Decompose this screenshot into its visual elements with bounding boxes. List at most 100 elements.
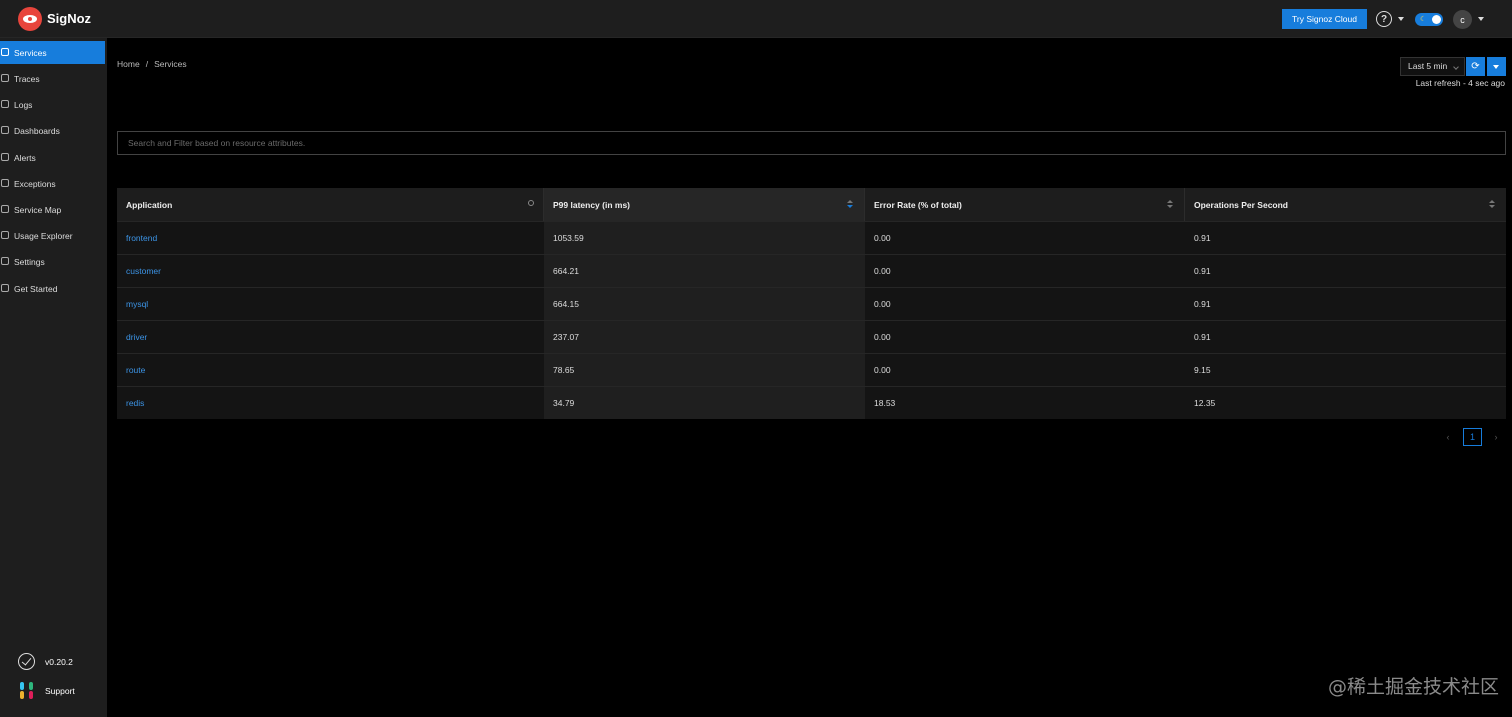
try-signoz-cloud-button[interactable]: Try Signoz Cloud: [1282, 9, 1367, 29]
avatar[interactable]: c: [1453, 10, 1472, 29]
sort-icon[interactable]: [1489, 200, 1495, 209]
logo-pupil: [27, 16, 33, 22]
sidebar-item-services[interactable]: Services: [0, 41, 105, 64]
support-label: Support: [45, 685, 75, 696]
version-item[interactable]: v0.20.2: [18, 653, 73, 670]
ops-cell: 0.91: [1194, 233, 1211, 243]
column-header-label: Error Rate (% of total): [874, 199, 962, 210]
support-item[interactable]: Support: [18, 682, 75, 699]
chevron-down-icon: [1453, 64, 1459, 70]
column-header-label: P99 latency (in ms): [553, 199, 631, 210]
breadcrumb-home[interactable]: Home: [117, 59, 140, 69]
sidebar-item-alerts[interactable]: Alerts: [0, 146, 105, 169]
application-link[interactable]: driver: [126, 332, 147, 342]
dashboard-icon: [1, 126, 9, 134]
error-rate-cell: 0.00: [874, 266, 891, 276]
sort-icon[interactable]: [847, 200, 853, 209]
column-header-label: Operations Per Second: [1194, 199, 1288, 210]
error-rate-cell: 0.00: [874, 332, 891, 342]
toggle-knob: [1432, 15, 1441, 24]
column-header-operations-per-second[interactable]: Operations Per Second: [1185, 188, 1506, 221]
application-cell: redis: [117, 387, 544, 419]
sidebar-item-label: Exceptions: [14, 178, 56, 189]
caret-down-icon: [1493, 65, 1499, 69]
sidebar-item-label: Logs: [14, 99, 33, 110]
table-row: route 78.65 0.00 9.15: [117, 353, 1506, 386]
search-icon[interactable]: [528, 200, 534, 206]
last-refresh-text: Last refresh - 4 sec ago: [1415, 78, 1505, 88]
sidebar-item-exceptions[interactable]: Exceptions: [0, 172, 105, 195]
sidebar-item-get-started[interactable]: Get Started: [0, 277, 105, 300]
sidebar-item-label: Usage Explorer: [14, 230, 73, 241]
sidebar-item-label: Traces: [14, 73, 40, 84]
rocket-icon: [1, 284, 9, 292]
sidebar-item-service-map[interactable]: Service Map: [0, 198, 105, 221]
time-range-select[interactable]: Last 5 min: [1400, 57, 1465, 76]
pagination-next-icon[interactable]: ›: [1489, 428, 1503, 446]
p99-cell: 34.79: [544, 387, 865, 419]
application-cell: customer: [117, 255, 544, 287]
ops-cell: 12.35: [1194, 398, 1216, 408]
application-cell: driver: [117, 321, 544, 353]
application-cell: mysql: [117, 288, 544, 320]
table-row: redis 34.79 18.53 12.35: [117, 386, 1506, 419]
pagination-page-1[interactable]: 1: [1463, 428, 1482, 446]
application-cell: route: [117, 354, 544, 386]
account-caret-icon[interactable]: [1478, 17, 1484, 21]
sort-icon[interactable]: [1167, 200, 1173, 209]
breadcrumb-current: Services: [154, 59, 187, 69]
table-header: Application P99 latency (in ms) Error Ra…: [117, 188, 1506, 221]
gear-icon: [1, 257, 9, 265]
deployment-icon: [1, 205, 9, 213]
sidebar-item-usage-explorer[interactable]: Usage Explorer: [0, 224, 105, 247]
p99-cell: 664.15: [544, 288, 865, 320]
bell-icon: [1, 153, 9, 161]
column-header-p99-latency[interactable]: P99 latency (in ms): [544, 188, 865, 221]
application-link[interactable]: frontend: [126, 233, 157, 243]
sidebar-item-logs[interactable]: Logs: [0, 93, 105, 116]
refresh-icon: ⟳: [1471, 61, 1480, 72]
sidebar-item-dashboards[interactable]: Dashboards: [0, 119, 105, 142]
sidebar-item-settings[interactable]: Settings: [0, 250, 105, 273]
table-row: frontend 1053.59 0.00 0.91: [117, 221, 1506, 254]
table-row: mysql 664.15 0.00 0.91: [117, 287, 1506, 320]
application-link[interactable]: mysql: [126, 299, 148, 309]
error-rate-cell: 0.00: [874, 233, 891, 243]
refresh-interval-dropdown[interactable]: [1487, 57, 1506, 76]
list-icon: [1, 100, 9, 108]
table-row: driver 237.07 0.00 0.91: [117, 320, 1506, 353]
ops-cell: 0.91: [1194, 266, 1211, 276]
error-rate-cell: 18.53: [874, 398, 896, 408]
error-rate-cell: 0.00: [874, 365, 891, 375]
ops-cell: 9.15: [1194, 365, 1211, 375]
help-caret-icon[interactable]: [1398, 17, 1404, 21]
breadcrumb: Home / Services: [117, 59, 187, 69]
application-link[interactable]: customer: [126, 266, 161, 276]
check-circle-icon: [18, 653, 35, 670]
ops-cell: 0.91: [1194, 332, 1211, 342]
error-rate-cell: 0.00: [874, 299, 891, 309]
theme-toggle[interactable]: ☾: [1415, 13, 1443, 26]
refresh-button[interactable]: ⟳: [1466, 57, 1485, 76]
sidebar-item-label: Dashboards: [14, 125, 60, 136]
moon-icon: ☾: [1420, 16, 1427, 23]
sidebar-item-traces[interactable]: Traces: [0, 67, 105, 90]
application-cell: frontend: [117, 222, 544, 254]
help-icon[interactable]: ?: [1376, 11, 1392, 27]
sidebar-item-label: Get Started: [14, 283, 58, 294]
brand-name[interactable]: SigNoz: [47, 11, 91, 26]
resource-attribute-search-input[interactable]: [117, 131, 1506, 155]
column-header-application[interactable]: Application: [117, 188, 544, 221]
signoz-logo-icon[interactable]: [18, 7, 42, 31]
p99-cell: 78.65: [544, 354, 865, 386]
application-link[interactable]: route: [126, 365, 145, 375]
pagination-prev-icon[interactable]: ‹: [1441, 428, 1455, 446]
column-header-error-rate[interactable]: Error Rate (% of total): [865, 188, 1185, 221]
time-range-value: Last 5 min: [1408, 61, 1448, 71]
application-link[interactable]: redis: [126, 398, 144, 408]
top-header: SigNoz Try Signoz Cloud ? ☾ c: [0, 0, 1512, 38]
slack-icon: [18, 682, 35, 699]
watermark: @稀土掘金技术社区: [1328, 676, 1500, 698]
column-header-label: Application: [126, 199, 173, 210]
sidebar-item-label: Settings: [14, 256, 45, 267]
